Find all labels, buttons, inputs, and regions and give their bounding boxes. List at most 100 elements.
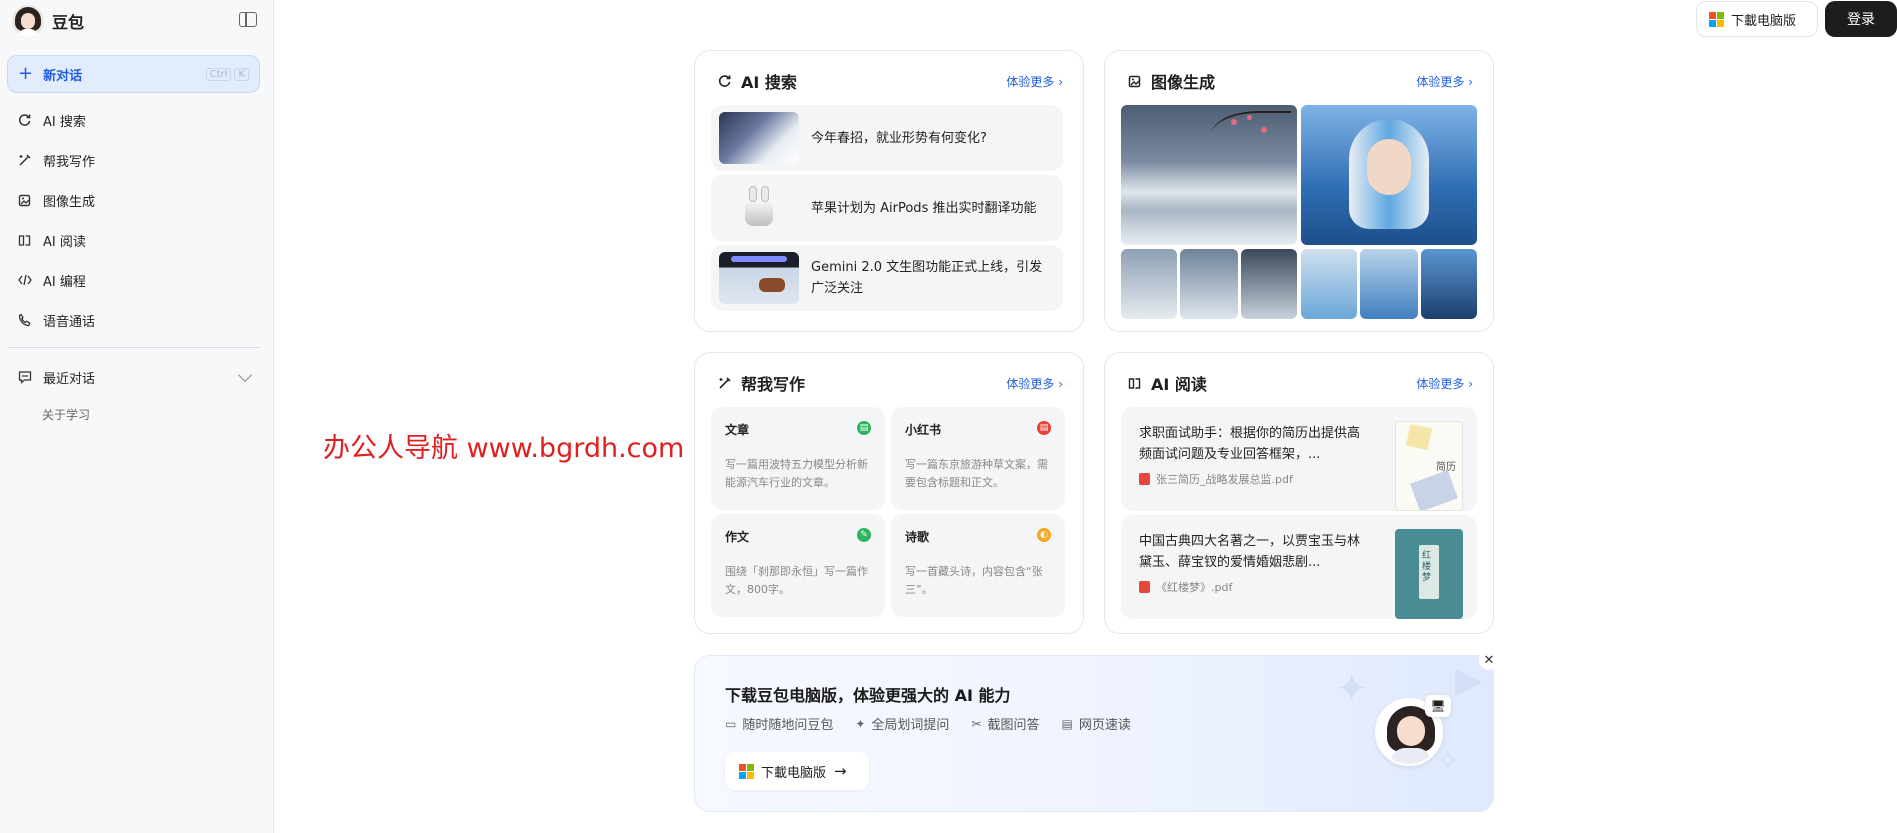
airpods-thumbnail (719, 182, 799, 234)
feature-label: 网页速读 (1078, 718, 1131, 733)
sidebar-item-voice-call[interactable]: 语音通话 (7, 300, 260, 340)
scissors-icon: ✂ (971, 716, 982, 731)
ai-search-card: AI 搜索 体验更多 › 今年春招，就业形势有何变化? 苹果计划为 AirPod… (694, 50, 1084, 332)
code-icon (17, 272, 33, 288)
template-desc: 围绕「刹那即永恒」写一篇作文，800字。 (725, 565, 868, 596)
poem-icon: ◐ (1037, 528, 1051, 542)
sidebar: 豆包 + 新对话 Ctrl K AI 搜索 帮我写作 图像生成 AI 阅读 AI… (0, 0, 274, 833)
sidebar-item-ai-search[interactable]: AI 搜索 (7, 100, 260, 140)
sample-image-thumb[interactable] (1241, 249, 1297, 319)
plus-icon: + (18, 63, 34, 84)
brand[interactable]: 豆包 (12, 5, 85, 37)
template-title: 作文 (725, 530, 750, 544)
more-label: 体验更多 (1416, 75, 1465, 89)
write-icon (717, 375, 733, 391)
sidebar-item-write[interactable]: 帮我写作 (7, 140, 260, 180)
gemini-thumbnail (719, 252, 799, 304)
read-document-row[interactable]: 求职面试助手：根据你的简历出提供高频面试问题及专业回答框架，... 张三简历_战… (1121, 407, 1477, 511)
write-card: 帮我写作 体验更多 › 文章 ▤ 写一篇用波特五力模型分析新能源汽车行业的文章。… (694, 352, 1084, 634)
phone-icon (17, 312, 33, 328)
image-generation-more-link[interactable]: 体验更多 › (1416, 73, 1473, 90)
write-more-link[interactable]: 体验更多 › (1006, 375, 1063, 392)
new-chat-label: 新对话 (43, 68, 83, 84)
resume-cover: 简历 (1395, 421, 1463, 511)
banner-download-button[interactable]: 下載电脑版 → (725, 752, 869, 790)
card-header: AI 阅读 (1127, 371, 1207, 395)
sample-image-thumb[interactable] (1180, 249, 1238, 319)
image-icon (1127, 73, 1143, 89)
document-summary: 求职面试助手：根据你的简历出提供高频面试问题及专业回答框架，... (1139, 426, 1361, 462)
download-desktop-label: 下載电脑版 (1731, 13, 1797, 29)
recent-chats-toggle[interactable]: 最近对话 (7, 357, 260, 397)
ai-search-more-link[interactable]: 体验更多 › (1006, 73, 1063, 90)
close-icon[interactable]: ✕ (1479, 650, 1499, 670)
feature-item: ✂ 截图问答 (971, 714, 1040, 734)
brand-avatar (12, 5, 44, 37)
chat-bubble-icon (17, 369, 33, 385)
write-icon (17, 152, 33, 168)
document-filename: 《红楼梦》.pdf (1156, 581, 1233, 594)
sidebar-item-code[interactable]: AI 编程 (7, 260, 260, 300)
resume-cover-text: 简历 (1436, 462, 1456, 473)
sample-image-thumb[interactable] (1360, 249, 1418, 319)
sidebar-item-read[interactable]: AI 阅读 (7, 220, 260, 260)
card-header: 图像生成 (1127, 69, 1215, 93)
brand-name: 豆包 (52, 13, 85, 32)
feature-label: 随时随地问豆包 (742, 718, 834, 733)
sidebar-divider (7, 347, 260, 348)
read-icon (1127, 375, 1143, 391)
write-template-essay[interactable]: 作文 ✎ 围绕「刹那即永恒」写一篇作文，800字。 (711, 514, 885, 617)
sample-image-thumb[interactable] (1301, 249, 1357, 319)
recent-chat-item[interactable]: 关于学习 (42, 406, 90, 423)
feature-item: ✦ 全局划词提问 (855, 714, 949, 734)
download-desktop-button[interactable]: 下載电脑版 (1696, 1, 1818, 37)
sidebar-item-label: AI 编程 (43, 274, 86, 290)
more-label: 体验更多 (1416, 377, 1465, 391)
new-chat-button[interactable]: + 新对话 Ctrl K (7, 55, 260, 93)
template-desc: 写一篇用波特五力模型分析新能源汽车行业的文章。 (725, 458, 868, 489)
sample-image-blue-hair-portrait[interactable] (1301, 105, 1477, 245)
shortcut-key-k: K (234, 67, 249, 81)
image-samples-grid (1121, 105, 1477, 319)
search-suggestion-row[interactable]: 苹果计划为 AirPods 推出实时翻译功能 (711, 175, 1063, 241)
sidebar-item-label: 帮我写作 (43, 154, 96, 170)
search-suggestion-row[interactable]: Gemini 2.0 文生图功能正式上线，引发广泛关注 (711, 245, 1063, 311)
read-icon (17, 232, 33, 248)
sidebar-toggle-icon[interactable] (239, 12, 257, 27)
read-document-row[interactable]: 中国古典四大名著之一，以贾宝玉与林黛玉、薛宝钗的爱情婚姻悲剧... 《红楼梦》.… (1121, 515, 1477, 619)
sidebar-nav: AI 搜索 帮我写作 图像生成 AI 阅读 AI 编程 语音通话 (7, 100, 260, 340)
template-title: 小红书 (905, 423, 942, 437)
template-title: 文章 (725, 423, 750, 437)
sample-image-thumb[interactable] (1421, 249, 1477, 319)
essay-icon: ✎ (857, 528, 871, 542)
play-icon: ▶ (1455, 660, 1483, 701)
image-generation-card: 图像生成 体验更多 › (1104, 50, 1494, 332)
pdf-icon (1139, 581, 1150, 593)
banner-title: 下载豆包电脑版，体验更强大的 AI 能力 (725, 686, 1011, 705)
sidebar-item-image[interactable]: 图像生成 (7, 180, 260, 220)
ai-read-more-link[interactable]: 体验更多 › (1416, 375, 1473, 392)
login-button[interactable]: 登录 (1825, 1, 1897, 37)
sparkle-icon: ✦ (1335, 666, 1369, 712)
shortcut-key-ctrl: Ctrl (205, 67, 232, 81)
feature-label: 截图问答 (987, 718, 1040, 733)
windows-logo-icon (739, 763, 754, 779)
chat-icon: ▭ (725, 716, 737, 731)
write-template-article[interactable]: 文章 ▤ 写一篇用波特五力模型分析新能源汽车行业的文章。 (711, 407, 885, 510)
search-suggestion-row[interactable]: 今年春招，就业形势有何变化? (711, 105, 1063, 171)
ai-search-icon (717, 73, 733, 89)
book-cover: 红楼梦 (1395, 529, 1463, 619)
recent-chats-label: 最近对话 (43, 371, 96, 387)
template-desc: 写一首藏头诗，内容包含“张三”。 (905, 565, 1043, 596)
sample-image-plum-snow[interactable] (1121, 105, 1297, 245)
write-template-poem[interactable]: 诗歌 ◐ 写一首藏头诗，内容包含“张三”。 (891, 514, 1065, 617)
article-icon: ▤ (857, 421, 871, 435)
search-suggestion-text: 今年春招，就业形势有何变化? (811, 130, 987, 146)
write-template-xiaohongshu[interactable]: 小红书 ▤ 写一篇东京旅游种草文案，需要包含标题和正文。 (891, 407, 1065, 510)
sample-image-thumb[interactable] (1121, 249, 1177, 319)
book-cover-text: 红楼梦 (1422, 551, 1432, 583)
document-filename: 张三简历_战略发展总监.pdf (1156, 473, 1293, 486)
sidebar-item-label: AI 阅读 (43, 234, 86, 250)
banner-download-label: 下載电脑版 (761, 765, 827, 781)
ai-read-card: AI 阅读 体验更多 › 求职面试助手：根据你的简历出提供高频面试问题及专业回答… (1104, 352, 1494, 634)
